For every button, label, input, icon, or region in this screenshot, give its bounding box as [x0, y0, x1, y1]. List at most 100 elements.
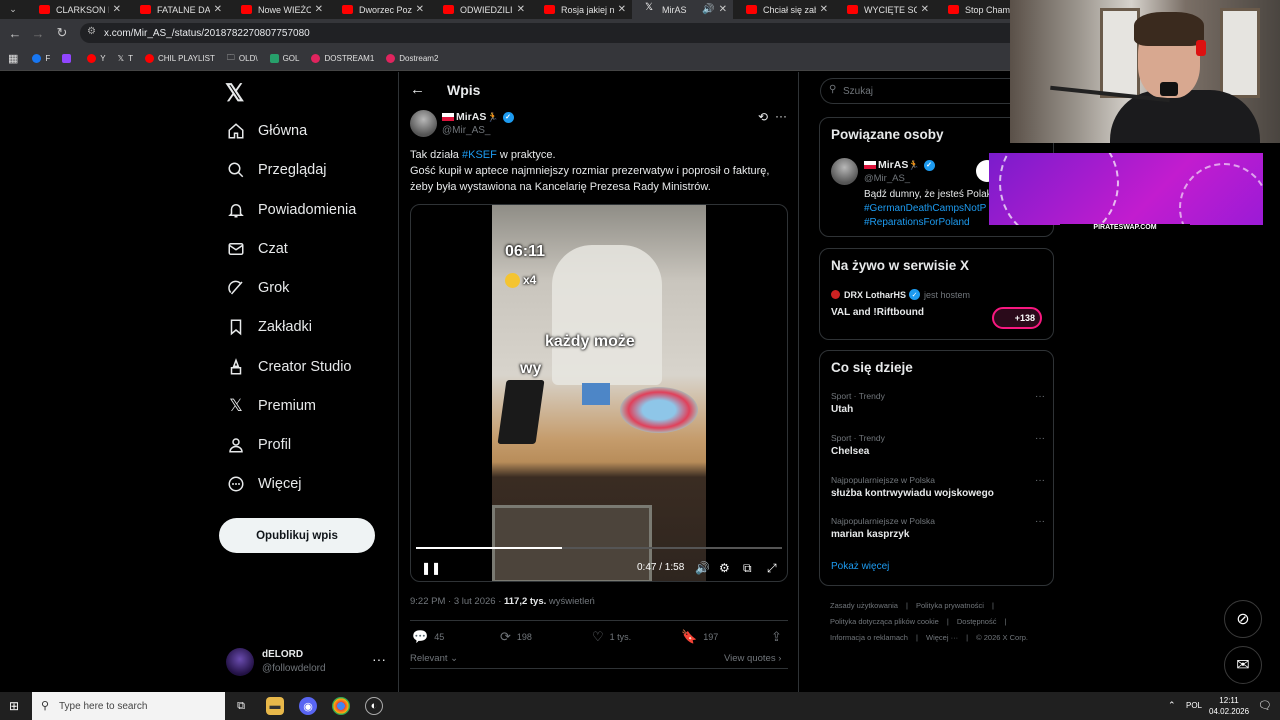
- author-name[interactable]: MirAS 🏃 ✓: [442, 111, 514, 123]
- show-more-link[interactable]: Pokaż więcej: [831, 561, 889, 572]
- hashtag-link[interactable]: #KSEF: [462, 149, 497, 161]
- trend-item[interactable]: Sport · Trendy Chelsea ···: [831, 433, 1045, 457]
- chat-fab-button[interactable]: ✉: [1224, 646, 1262, 684]
- nav-creator-studio[interactable]: Creator Studio: [226, 352, 352, 382]
- nav-chat[interactable]: Czat: [226, 234, 288, 264]
- tray-clock[interactable]: 12:11 04.02.2026: [1209, 695, 1249, 717]
- discord-icon[interactable]: ◉: [299, 697, 317, 715]
- video-progress-bar[interactable]: [416, 547, 782, 549]
- live-space-title[interactable]: VAL and !Riftbound: [831, 307, 924, 318]
- browser-tab[interactable]: Dworzec Pozn ✕: [329, 0, 430, 19]
- file-explorer-icon[interactable]: ▬: [266, 697, 284, 715]
- chrome-icon[interactable]: [332, 697, 350, 715]
- nav-grok[interactable]: Grok: [226, 273, 289, 303]
- footer-link[interactable]: Polityka prywatności: [916, 601, 984, 610]
- view-quotes-link[interactable]: View quotes ›: [724, 653, 781, 664]
- bookmark-item[interactable]: Y: [87, 54, 106, 63]
- browser-tab[interactable]: CLARKSON I P ✕: [26, 0, 127, 19]
- browser-tab[interactable]: Rosja jakiej nie ✕: [531, 0, 632, 19]
- notifications-icon[interactable]: 🗨: [1258, 699, 1272, 712]
- x-logo-icon[interactable]: 𝕏: [225, 79, 244, 108]
- more-icon[interactable]: ···: [1035, 475, 1045, 486]
- footer-link[interactable]: Dostępność: [957, 617, 997, 626]
- tweet-timestamp[interactable]: 9:22 PM · 3 lut 2026 ·: [410, 596, 504, 607]
- close-icon[interactable]: ✕: [315, 4, 323, 15]
- footer-link[interactable]: Polityka dotycząca plików cookie: [830, 617, 939, 626]
- site-info-icon[interactable]: ⚙: [87, 26, 96, 37]
- bookmark-button[interactable]: 🔖 197: [681, 629, 718, 645]
- footer-link[interactable]: Zasady użytkowania: [830, 601, 898, 610]
- author-handle[interactable]: @Mir_AS_: [442, 125, 491, 136]
- task-view-icon[interactable]: ⧉: [232, 697, 250, 715]
- bookmark-item[interactable]: DOSTREAM1: [311, 54, 374, 63]
- forward-arrow-icon[interactable]: →: [29, 24, 47, 42]
- live-listeners-pill[interactable]: +138: [992, 307, 1042, 329]
- more-icon[interactable]: ···: [1035, 516, 1045, 527]
- hashtag-link[interactable]: #GermanDeathCampsNotP: [864, 203, 986, 214]
- browser-tab[interactable]: ODWIEDZILIŚM ✕: [430, 0, 531, 19]
- search-input[interactable]: ⚲ Szukaj: [820, 78, 1010, 104]
- close-icon[interactable]: ✕: [517, 4, 525, 15]
- settings-gear-icon[interactable]: ⚙: [719, 561, 730, 575]
- video-player[interactable]: 06:11 x4 każdy może wy ❚❚ 0:47 / 1:58 🔊 …: [410, 204, 788, 582]
- browser-tab[interactable]: FATALNE DANE ✕: [127, 0, 228, 19]
- grok-fab-button[interactable]: ⊘: [1224, 600, 1262, 638]
- close-icon[interactable]: ✕: [719, 4, 727, 15]
- pause-icon[interactable]: ❚❚: [421, 561, 441, 575]
- repost-button[interactable]: ⟳ 198: [500, 629, 532, 645]
- bookmark-folder[interactable]: 🗀 OLD\: [227, 52, 258, 66]
- tray-chevron-icon[interactable]: ⌃: [1168, 700, 1176, 711]
- trend-item[interactable]: Najpopularniejsze w Polska marian kasprzy…: [831, 516, 1045, 540]
- bookmark-item[interactable]: [62, 54, 75, 63]
- browser-tab-active[interactable]: 𝕏 MirAS 🔊 ✕: [632, 0, 733, 19]
- reload-icon[interactable]: ↻: [53, 24, 71, 42]
- close-icon[interactable]: ✕: [820, 4, 828, 15]
- close-icon[interactable]: ✕: [214, 4, 222, 15]
- more-icon[interactable]: ···: [775, 109, 787, 123]
- nav-profile[interactable]: Profil: [226, 430, 291, 460]
- volume-icon[interactable]: 🔊: [695, 561, 710, 575]
- browser-tab[interactable]: WYCIĘTE SCEN ✕: [834, 0, 935, 19]
- reply-button[interactable]: 💬 45: [412, 629, 444, 645]
- more-icon[interactable]: ···: [1035, 433, 1045, 444]
- grok-icon[interactable]: ⟲: [758, 110, 768, 124]
- obs-icon[interactable]: ◐: [365, 697, 383, 715]
- bookmark-item[interactable]: GOL: [269, 54, 299, 63]
- url-bar[interactable]: ⚙ x.com/Mir_AS_/status/20187822708077570…: [80, 23, 1010, 43]
- back-arrow-icon[interactable]: ←: [6, 24, 24, 42]
- author-avatar[interactable]: [410, 110, 437, 137]
- nav-premium[interactable]: 𝕏 Premium: [226, 391, 316, 421]
- footer-link[interactable]: Informacja o reklamach: [830, 633, 908, 642]
- bookmark-item[interactable]: CHIL PLAYLIST: [144, 54, 215, 63]
- related-name[interactable]: MirAS 🏃 ✓: [864, 159, 935, 171]
- bookmark-item[interactable]: Dostream2: [386, 54, 438, 63]
- sort-dropdown[interactable]: Relevant ⌄: [410, 653, 458, 664]
- nav-home[interactable]: Główna: [226, 116, 307, 146]
- browser-tab[interactable]: Chciał się zaba ✕: [733, 0, 834, 19]
- related-handle[interactable]: @Mir_AS_: [864, 173, 910, 184]
- windows-start-icon[interactable]: ⊞: [9, 699, 19, 713]
- taskbar-search-input[interactable]: ⚲ Type here to search: [32, 692, 225, 720]
- pip-icon[interactable]: ⧉: [743, 561, 752, 576]
- nav-bookmarks[interactable]: Zakładki: [226, 312, 312, 342]
- account-switcher[interactable]: dELORD @followdelord ···: [226, 647, 386, 677]
- tray-language[interactable]: POL: [1186, 701, 1202, 710]
- bookmark-item[interactable]: 𝕏T: [118, 54, 133, 63]
- trend-item[interactable]: Najpopularniejsze w Polska służba kontrwy…: [831, 475, 1045, 499]
- footer-link[interactable]: Więcej ···: [926, 633, 958, 642]
- browser-tab[interactable]: Nowe WIEŻOW ✕: [228, 0, 329, 19]
- fullscreen-icon[interactable]: ⤢: [767, 561, 777, 576]
- close-icon[interactable]: ✕: [921, 4, 929, 15]
- more-icon[interactable]: ···: [1035, 391, 1045, 402]
- like-button[interactable]: ♡ 1 tys.: [592, 629, 631, 645]
- close-icon[interactable]: ✕: [113, 4, 121, 15]
- close-icon[interactable]: ✕: [416, 4, 424, 15]
- apps-grid-icon[interactable]: ▦: [8, 52, 18, 65]
- trend-item[interactable]: Sport · Trendy Utah ···: [831, 391, 1045, 415]
- share-button[interactable]: ⇪: [771, 629, 788, 645]
- tab-search-button[interactable]: ⌄: [0, 0, 26, 19]
- close-icon[interactable]: ✕: [618, 4, 626, 15]
- nav-more[interactable]: Więcej: [226, 469, 302, 499]
- nav-notifications[interactable]: Powiadomienia: [226, 195, 356, 225]
- hashtag-link[interactable]: #ReparationsForPoland: [864, 217, 970, 228]
